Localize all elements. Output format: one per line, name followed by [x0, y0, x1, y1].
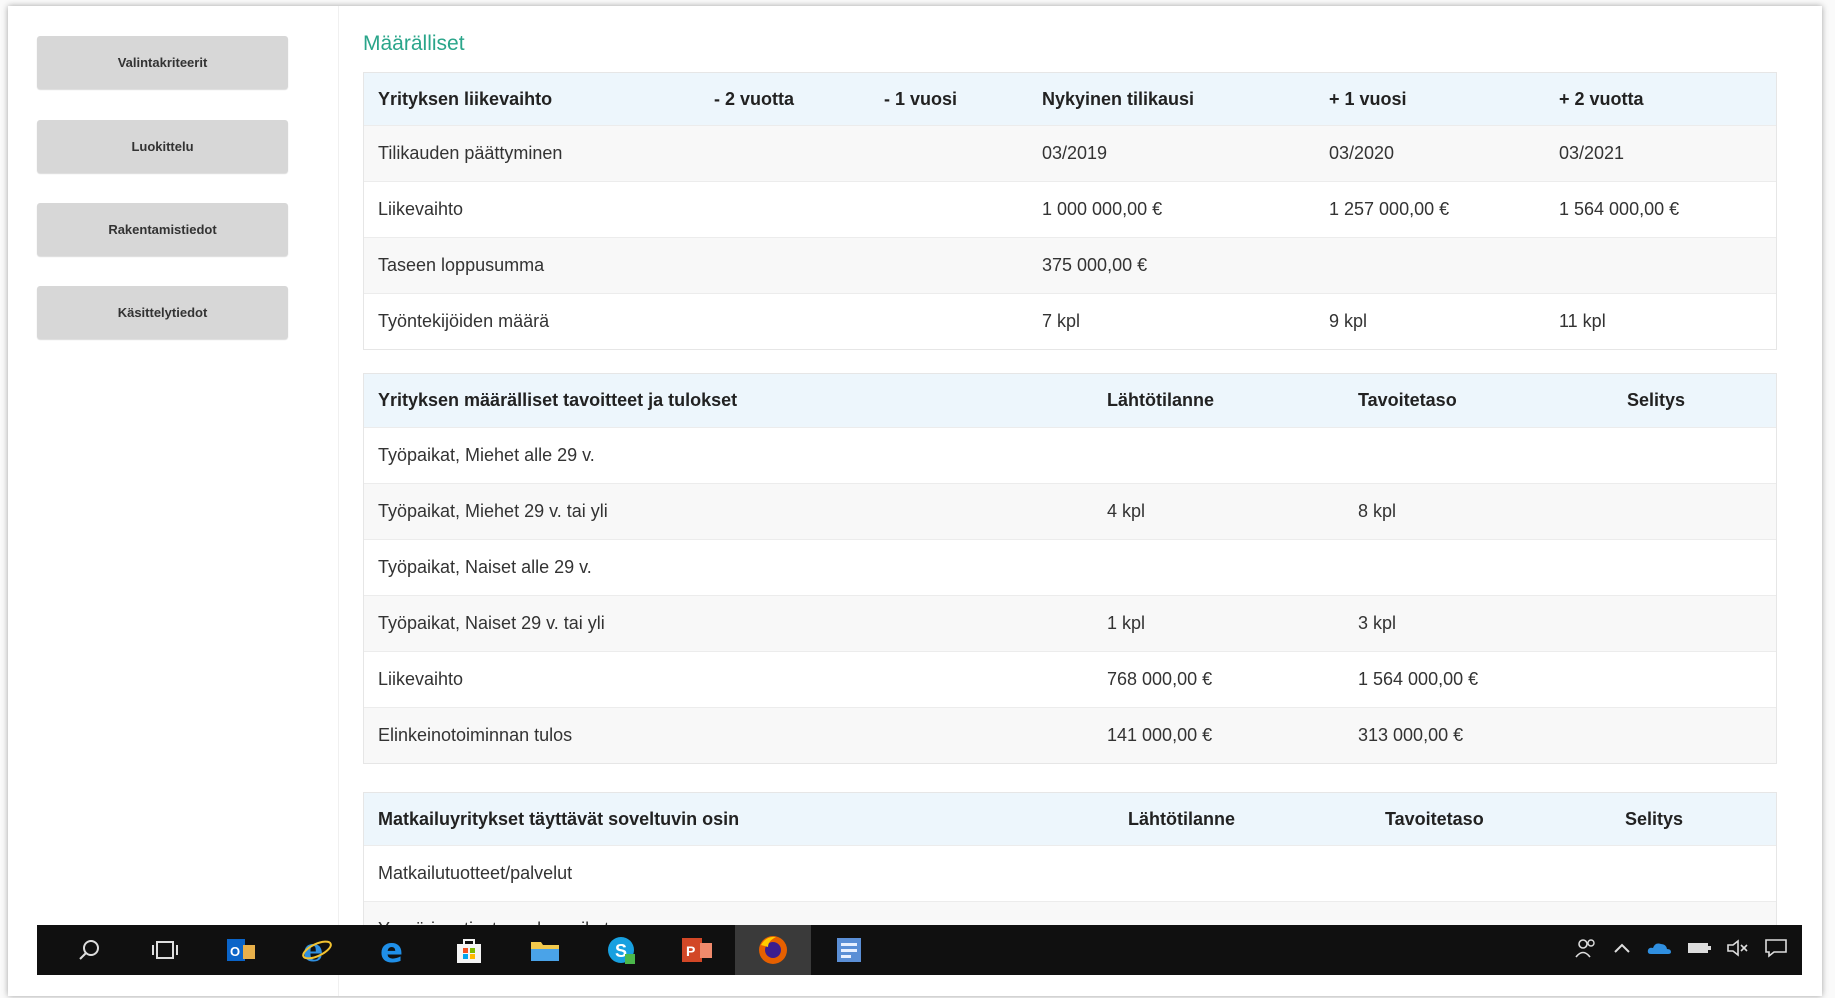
firefox-icon[interactable]	[735, 925, 811, 975]
revenue-table: Yrityksen liikevaihto - 2 vuotta - 1 vuo…	[363, 72, 1777, 350]
table-cell: 03/2019	[1042, 143, 1108, 163]
table-cell: 8 kpl	[1358, 501, 1397, 521]
table-cell: 313 000,00 €	[1358, 725, 1464, 745]
table-cell: 11 kpl	[1559, 311, 1606, 331]
table-cell: Työpaikat, Miehet alle 29 v.	[378, 445, 595, 465]
taskbar: O e e S P	[37, 925, 1802, 975]
column-header: - 2 vuotta	[714, 88, 795, 109]
table-cell: Työpaikat, Naiset 29 v. tai yli	[378, 613, 605, 633]
table-cell: 1 564 000,00 €	[1358, 669, 1479, 689]
table-cell: Liikevaihto	[378, 669, 464, 689]
table-cell: 375 000,00 €	[1042, 255, 1148, 275]
application-window: Valintakriteerit Luokittelu Rakentamisti…	[8, 6, 1822, 996]
table-cell: 1 564 000,00 €	[1559, 199, 1680, 219]
table-cell: Työpaikat, Naiset alle 29 v.	[378, 557, 592, 577]
svg-text:P: P	[686, 943, 695, 959]
table-row: Työpaikat, Miehet 29 v. tai yli 4 kpl 8 …	[364, 484, 1776, 540]
search-icon[interactable]	[51, 925, 127, 975]
sidebar-button-rakentamistiedot[interactable]: Rakentamistiedot	[37, 203, 288, 256]
system-tray	[1574, 937, 1802, 964]
targets-table: Yrityksen määrälliset tavoitteet ja tulo…	[363, 373, 1777, 764]
table-row: Tilikauden päättyminen 03/2019 03/2020 0…	[364, 126, 1776, 182]
onedrive-icon[interactable]	[1646, 940, 1672, 961]
internet-explorer-icon[interactable]: e	[279, 925, 355, 975]
table-cell: Matkailutuotteet/palvelut	[378, 863, 573, 883]
table-row: Taseen loppusumma 375 000,00 €	[364, 238, 1776, 294]
column-header: Tavoitetaso	[1385, 808, 1484, 829]
table-header-row: Yrityksen liikevaihto - 2 vuotta - 1 vuo…	[364, 73, 1776, 126]
table-cell: 768 000,00 €	[1107, 669, 1213, 689]
table-cell: 03/2020	[1329, 143, 1395, 163]
table-cell: 1 257 000,00 €	[1329, 199, 1450, 219]
column-header: Selitys	[1627, 390, 1686, 410]
column-header: Lähtötilanne	[1107, 390, 1214, 410]
edge-icon[interactable]: e	[355, 925, 431, 975]
table-row: Liikevaihto 1 000 000,00 € 1 257 000,00 …	[364, 182, 1776, 238]
table-cell: 1 kpl	[1107, 613, 1146, 633]
table-row: Työpaikat, Miehet alle 29 v.	[364, 428, 1776, 484]
section-title: Määrälliset	[363, 32, 465, 55]
powerpoint-icon[interactable]: P	[659, 925, 735, 975]
table-row: Työntekijöiden määrä 7 kpl 9 kpl 11 kpl	[364, 294, 1776, 349]
column-header: Tavoitetaso	[1358, 390, 1457, 410]
sidebar-button-luokittelu[interactable]: Luokittelu	[37, 120, 288, 173]
table-cell: 141 000,00 €	[1107, 725, 1213, 745]
column-header: + 1 vuosi	[1329, 88, 1407, 109]
column-header: Yrityksen liikevaihto	[378, 88, 553, 109]
table-cell: Työpaikat, Miehet 29 v. tai yli	[378, 501, 608, 521]
table-header-row: Matkailuyritykset täyttävät soveltuvin o…	[364, 793, 1776, 846]
volume-icon[interactable]	[1726, 938, 1750, 962]
table-cell: Työntekijöiden määrä	[378, 311, 550, 331]
table-cell: 1 000 000,00 €	[1042, 199, 1163, 219]
column-header: - 1 vuosi	[884, 88, 958, 109]
skype-icon[interactable]: S	[583, 925, 659, 975]
table-cell: Tilikauden päättyminen	[378, 143, 563, 163]
column-header: Lähtötilanne	[1128, 808, 1235, 829]
table-header-row: Yrityksen määrälliset tavoitteet ja tulo…	[364, 374, 1776, 428]
main-content: Määrälliset Yrityksen liikevaihto - 2 vu…	[355, 6, 1777, 996]
sidebar-button-kasittelytiedot[interactable]: Käsittelytiedot	[37, 286, 288, 339]
table-cell: 03/2021	[1559, 143, 1625, 163]
table-cell: Taseen loppusumma	[378, 255, 545, 275]
column-header: + 2 vuotta	[1559, 88, 1644, 109]
store-icon[interactable]	[431, 925, 507, 975]
sidebar-button-valintakriteerit[interactable]: Valintakriteerit	[37, 36, 288, 89]
column-header: Nykyinen tilikausi	[1042, 88, 1195, 109]
table-cell: 7 kpl	[1042, 311, 1081, 331]
task-view-icon[interactable]	[127, 925, 203, 975]
table-row: Elinkeinotoiminnan tulos 141 000,00 € 31…	[364, 708, 1776, 763]
column-header: Yrityksen määrälliset tavoitteet ja tulo…	[378, 390, 738, 410]
column-header: Matkailuyritykset täyttävät soveltuvin o…	[378, 808, 740, 829]
table-cell: 9 kpl	[1329, 311, 1368, 331]
file-explorer-icon[interactable]	[507, 925, 583, 975]
app-icon[interactable]	[811, 925, 887, 975]
table-cell: Elinkeinotoiminnan tulos	[378, 725, 573, 745]
table-row: Työpaikat, Naiset 29 v. tai yli 1 kpl 3 …	[364, 596, 1776, 652]
table-cell: Liikevaihto	[378, 199, 464, 219]
sidebar: Valintakriteerit Luokittelu Rakentamisti…	[8, 6, 339, 996]
column-header: Selitys	[1625, 808, 1684, 829]
table-cell: 3 kpl	[1358, 613, 1397, 633]
table-row: Liikevaihto 768 000,00 € 1 564 000,00 €	[364, 652, 1776, 708]
battery-icon[interactable]	[1686, 940, 1712, 961]
svg-text:O: O	[230, 944, 240, 959]
table-cell: 4 kpl	[1107, 501, 1146, 521]
table-row: Työpaikat, Naiset alle 29 v.	[364, 540, 1776, 596]
chevron-up-icon[interactable]	[1612, 940, 1632, 961]
svg-text:e: e	[380, 933, 403, 967]
notification-icon[interactable]	[1764, 938, 1788, 963]
table-row: Matkailutuotteet/palvelut	[364, 846, 1776, 902]
outlook-icon[interactable]: O	[203, 925, 279, 975]
people-icon[interactable]	[1574, 937, 1598, 964]
